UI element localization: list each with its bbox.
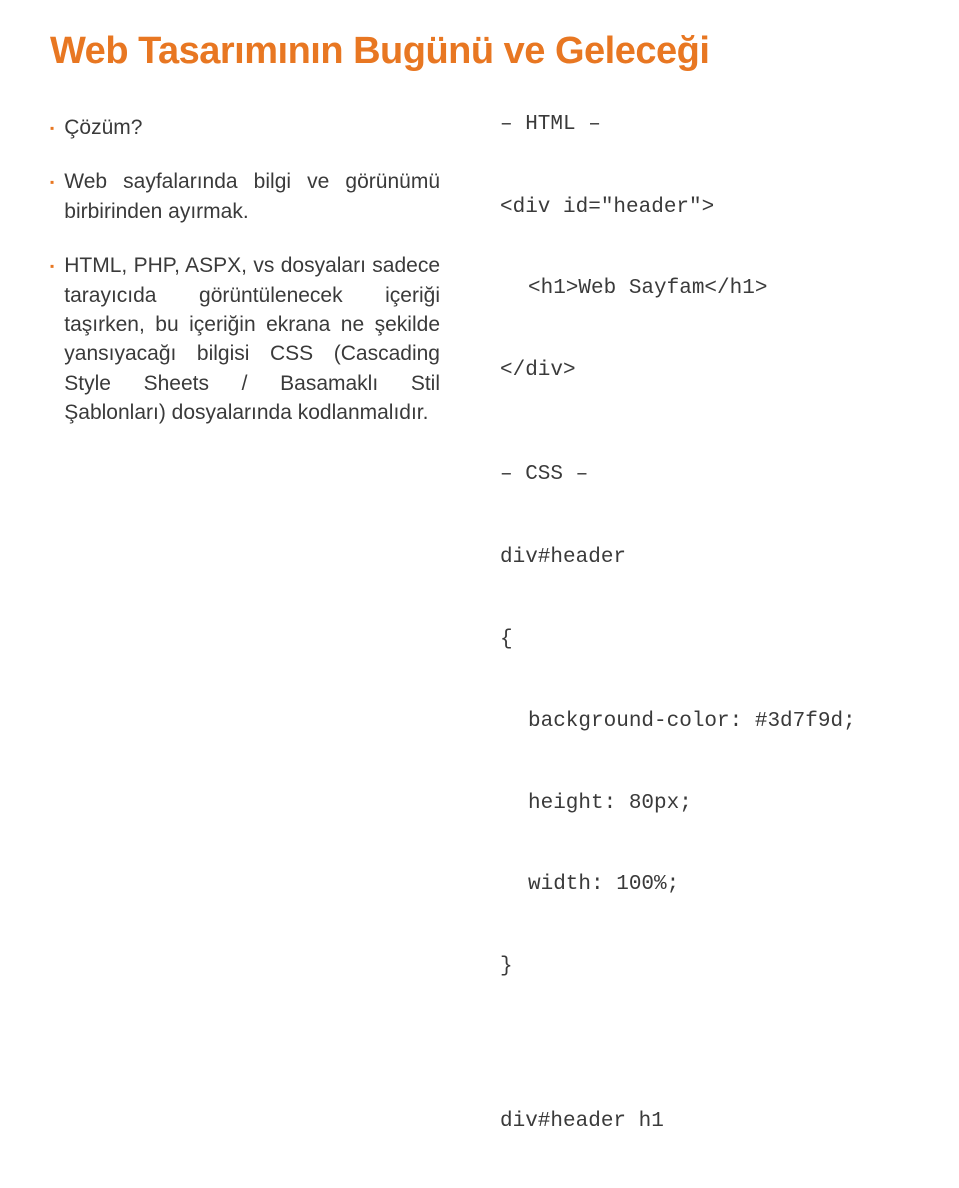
code-line: <h1>Web Sayfam</h1> bbox=[500, 275, 909, 302]
bullet-item: ▪ HTML, PHP, ASPX, vs dosyaları sadece t… bbox=[50, 251, 440, 427]
left-column: ▪ Çözüm? ▪ Web sayfalarında bilgi ve gör… bbox=[50, 113, 440, 1188]
code-line: </div> bbox=[500, 357, 909, 384]
code-spacer bbox=[500, 1035, 909, 1053]
bullet-item: ▪ Çözüm? bbox=[50, 113, 440, 142]
css-code-block: div#header { background-color: #3d7f9d; … bbox=[500, 489, 909, 1188]
bullet-text: HTML, PHP, ASPX, vs dosyaları sadece tar… bbox=[64, 251, 440, 427]
code-line: { bbox=[500, 626, 909, 653]
code-line: } bbox=[500, 953, 909, 980]
code-line: height: 80px; bbox=[500, 790, 909, 817]
bullet-marker-icon: ▪ bbox=[50, 121, 54, 142]
bullet-marker-icon: ▪ bbox=[50, 175, 54, 226]
html-code-block: <div id="header"> <h1>Web Sayfam</h1> </… bbox=[500, 139, 909, 439]
content-columns: ▪ Çözüm? ▪ Web sayfalarında bilgi ve gör… bbox=[50, 113, 909, 1188]
bullet-text: Çözüm? bbox=[64, 113, 142, 142]
bullet-text: Web sayfalarında bilgi ve görünümü birbi… bbox=[64, 167, 440, 226]
html-section-label: – HTML – bbox=[500, 113, 909, 136]
code-line: <div id="header"> bbox=[500, 194, 909, 221]
code-line: background-color: #3d7f9d; bbox=[500, 708, 909, 735]
code-line: div#header bbox=[500, 544, 909, 571]
code-line: div#header h1 bbox=[500, 1108, 909, 1135]
code-line: width: 100%; bbox=[500, 871, 909, 898]
bullet-marker-icon: ▪ bbox=[50, 259, 54, 427]
slide-title: Web Tasarımının Bugünü ve Geleceği bbox=[50, 30, 909, 73]
css-section-label: – CSS – bbox=[500, 463, 909, 486]
bullet-item: ▪ Web sayfalarında bilgi ve görünümü bir… bbox=[50, 167, 440, 226]
right-column: – HTML – <div id="header"> <h1>Web Sayfa… bbox=[500, 113, 909, 1188]
